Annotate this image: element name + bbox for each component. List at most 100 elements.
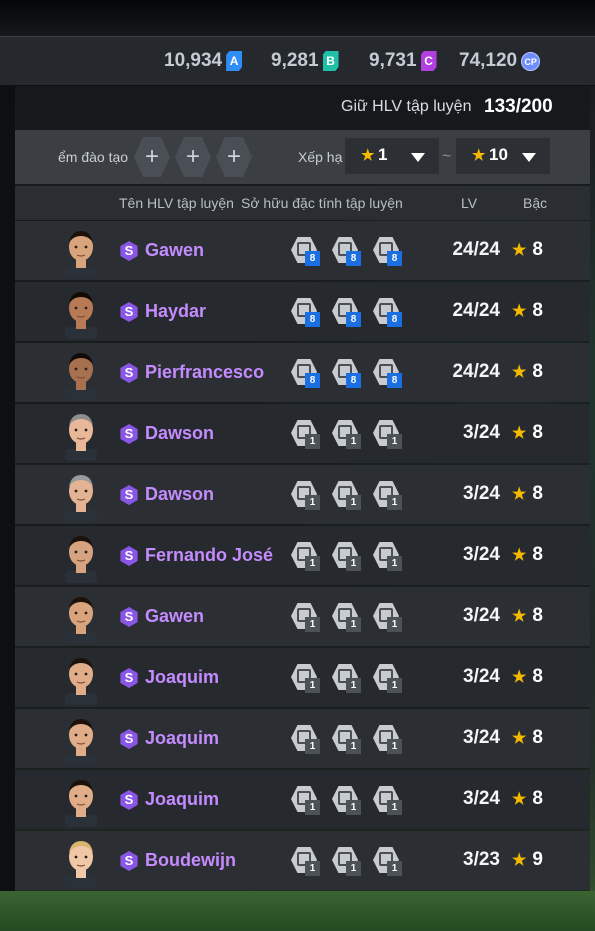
coach-row[interactable]: S Gawen 111 3/24 ★ 8	[15, 587, 590, 646]
trait-icon: 1	[373, 418, 403, 450]
trait-icon: 8	[373, 235, 403, 267]
trait-icon: 1	[291, 479, 321, 511]
column-rank: Bậc	[523, 195, 548, 211]
trait-icon: 1	[291, 418, 321, 450]
season-badge-icon: S	[120, 241, 138, 261]
coach-row[interactable]: S Joaquim 111 3/24 ★ 8	[15, 648, 590, 707]
coach-name: Joaquim	[145, 789, 220, 809]
trait-group: 1 1 1	[291, 723, 415, 757]
trait-icon: 1	[332, 601, 362, 633]
trait-icon: 1	[291, 784, 321, 816]
season-badge-icon: S	[120, 851, 138, 871]
season-badge-icon: S	[120, 729, 138, 749]
trait-level: 1	[346, 556, 361, 571]
chevron-down-icon	[522, 153, 536, 162]
trait-level: 1	[387, 434, 402, 449]
trait-icon: 1	[291, 540, 321, 572]
season-badge-icon: S	[120, 607, 138, 627]
sort-label: Xếp hạ	[298, 149, 343, 165]
coach-row[interactable]: S Haydar 888 24/24 ★ 8	[15, 282, 590, 341]
trait-level: 1	[346, 678, 361, 693]
currency-bar: 10,934 A 9,281 B 9,731 C 74,120 CP	[0, 36, 595, 86]
coach-rank-value: 8	[532, 544, 543, 565]
coach-level: 3/24	[463, 727, 500, 748]
star-icon: ★	[512, 364, 527, 381]
add-slot-button[interactable]: +	[134, 137, 170, 177]
coach-level: 24/24	[452, 361, 500, 382]
currency-a-icon: A	[226, 51, 243, 71]
coach-rank: ★ 8	[512, 544, 543, 566]
trait-icon: 1	[373, 601, 403, 633]
trait-level: 1	[346, 800, 361, 815]
rank-to-dropdown[interactable]: ★ 10	[456, 138, 550, 174]
coach-name: Dawson	[145, 484, 215, 504]
star-icon: ★	[512, 303, 527, 320]
coach-row[interactable]: S Dawson 111 3/24 ★ 8	[15, 404, 590, 463]
trait-icon: 1	[373, 540, 403, 572]
coach-name: Gawen	[145, 606, 205, 626]
trait-icon: 1	[291, 662, 321, 694]
trait-icon: 1	[291, 845, 321, 877]
currency-c: 9,731 C	[369, 50, 437, 72]
trait-level: 1	[387, 678, 402, 693]
star-icon: ★	[512, 608, 527, 625]
trait-level: 1	[387, 861, 402, 876]
column-lv: LV	[461, 195, 478, 211]
coach-row[interactable]: S Joaquim 111 3/24 ★ 8	[15, 709, 590, 768]
trait-level: 1	[305, 434, 320, 449]
coach-name: Joaquim	[145, 667, 220, 687]
coach-rank-value: 8	[532, 300, 543, 321]
coach-name: Dawson	[145, 423, 215, 443]
trait-level: 1	[305, 678, 320, 693]
coach-level: 3/24	[463, 544, 500, 565]
coach-row[interactable]: S Joaquim 111 3/24 ★ 8	[15, 770, 590, 829]
trait-level: 1	[305, 617, 320, 632]
currency-b: 9,281 B	[271, 50, 339, 72]
trait-level: 8	[346, 312, 361, 327]
trait-icon: 8	[291, 357, 321, 389]
trait-icon: 1	[332, 784, 362, 816]
coach-row[interactable]: S Boudewijn 111 3/23 ★ 9	[15, 831, 590, 890]
coach-row[interactable]: S Dawson 111 3/24 ★ 8	[15, 465, 590, 524]
trait-icon: 8	[291, 296, 321, 328]
star-icon: ★	[512, 547, 527, 564]
coach-name: Fernando José	[145, 545, 274, 565]
currency-cp-value: 74,120	[459, 50, 518, 71]
currency-c-icon: C	[420, 51, 437, 71]
trait-icon: 8	[291, 235, 321, 267]
rank-from-dropdown[interactable]: ★ 1	[345, 138, 439, 174]
add-slot-button[interactable]: +	[175, 137, 211, 177]
coach-rank-value: 8	[532, 361, 543, 382]
coach-rank-value: 9	[532, 849, 543, 870]
avatar	[61, 836, 101, 888]
trait-level: 1	[346, 617, 361, 632]
avatar	[61, 653, 101, 705]
star-icon: ★	[472, 147, 486, 164]
trait-group: 1 1 1	[291, 601, 415, 635]
trait-level: 8	[305, 251, 320, 266]
trait-icon: 1	[291, 723, 321, 755]
trait-level: 8	[305, 373, 320, 388]
trait-level: 1	[346, 739, 361, 754]
avatar	[61, 775, 101, 827]
coach-rank: ★ 8	[512, 788, 543, 810]
currency-b-value: 9,281	[271, 50, 319, 71]
trait-level: 1	[387, 617, 402, 632]
trait-group: 1 1 1	[291, 662, 415, 696]
coach-level: 3/24	[463, 483, 500, 504]
avatar	[61, 531, 101, 583]
coach-row[interactable]: S Pierfrancesco 888 24/24 ★ 8	[15, 343, 590, 402]
coach-row[interactable]: S Gawen 888 24/24 ★ 8	[15, 221, 590, 280]
trait-level: 1	[305, 495, 320, 510]
coach-rank: ★ 8	[512, 483, 543, 505]
coach-row[interactable]: S Fernando José 111 3/24 ★ 8	[15, 526, 590, 585]
coach-count-row: Giữ HLV tập luyện 133/200	[15, 88, 590, 130]
add-slot-button[interactable]: +	[216, 137, 252, 177]
top-strip	[0, 0, 595, 36]
trait-group: 8 8 8	[291, 296, 415, 330]
trait-level: 1	[305, 800, 320, 815]
bottom-grass	[0, 891, 595, 931]
coach-level: 3/23	[463, 849, 500, 870]
trait-icon: 1	[373, 662, 403, 694]
trait-icon: 1	[373, 784, 403, 816]
